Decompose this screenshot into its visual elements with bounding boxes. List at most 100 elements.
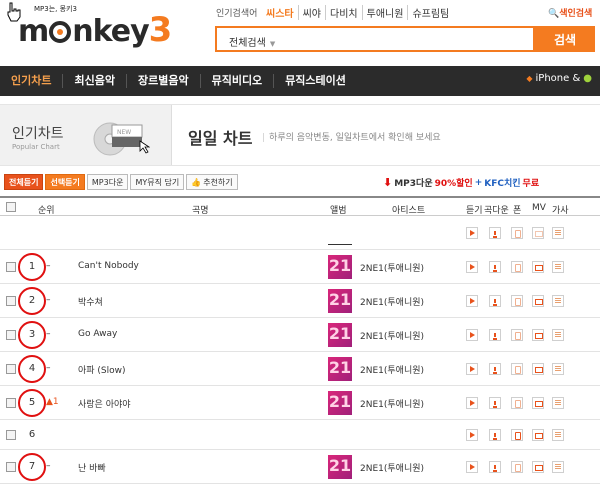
play-icon[interactable] (466, 295, 478, 307)
promo-banner[interactable]: ⬇ MP3다운 90%할인 + KFC치킨 무료 (383, 176, 539, 189)
mv-icon[interactable] (532, 397, 544, 409)
phone-icon[interactable] (511, 397, 523, 409)
rank-number: 7 (28, 461, 36, 472)
keyword-link[interactable]: 다비치 (325, 5, 362, 20)
song-title-link[interactable]: 아파 (Slow) (78, 363, 126, 376)
table-row: 1– Can't Nobody 21 2NE1(투애니원) (0, 250, 600, 284)
iphone-android-link[interactable]: ◆ iPhone & ● (526, 73, 592, 84)
download-icon[interactable] (489, 429, 501, 441)
nav-item-genre-music[interactable]: 장르별음악 (127, 74, 201, 88)
play-icon[interactable] (466, 363, 478, 375)
phone-icon[interactable] (511, 295, 523, 307)
lyrics-icon[interactable] (552, 363, 564, 375)
artist-link[interactable]: 2NE1(투애니원) (360, 329, 424, 342)
search-button[interactable]: 검색 (535, 26, 595, 52)
row-checkbox[interactable] (6, 330, 16, 340)
logo[interactable]: m nkey3 (18, 10, 172, 50)
row-checkbox[interactable] (6, 364, 16, 374)
song-title-link[interactable]: 박수쳐 (78, 295, 103, 308)
album-art[interactable]: 21 (328, 255, 352, 279)
phone-icon[interactable] (511, 363, 523, 375)
table-row: 2– 박수쳐 21 2NE1(투애니원) (0, 284, 600, 318)
row-checkbox[interactable] (6, 296, 16, 306)
song-title-link[interactable]: 사랑은 아야야 (78, 397, 131, 410)
mp3-download-button[interactable]: MP3다운 (86, 174, 129, 190)
row-checkbox[interactable] (6, 430, 16, 440)
phone-icon[interactable] (511, 461, 523, 473)
keyword-link[interactable]: 투애니원 (361, 5, 408, 20)
add-to-my-music-button[interactable]: MY뮤직 담기 (130, 174, 185, 190)
keyword-link[interactable]: 씨야 (297, 5, 325, 20)
play-icon[interactable] (466, 429, 478, 441)
lyrics-icon[interactable] (552, 429, 564, 441)
lyrics-icon[interactable] (552, 329, 564, 341)
play-icon[interactable] (466, 329, 478, 341)
mv-icon[interactable] (532, 227, 544, 239)
recommend-button[interactable]: 👍 추천하기 (186, 174, 238, 190)
song-title-link[interactable]: Can't Nobody (78, 261, 139, 271)
download-icon[interactable] (489, 227, 501, 239)
mv-icon[interactable] (532, 461, 544, 473)
promo-free: 무료 (522, 179, 540, 189)
promo-plus: + (474, 177, 483, 188)
download-icon[interactable] (489, 261, 501, 273)
row-checkbox[interactable] (6, 462, 16, 472)
mv-icon[interactable] (532, 429, 544, 441)
color-search-link[interactable]: 🔍색인검색 (548, 6, 592, 19)
nav-item-popular-chart[interactable]: 인기차트 (0, 74, 64, 88)
album-art[interactable]: 21 (328, 391, 352, 415)
play-icon[interactable] (466, 397, 478, 409)
search-input[interactable] (297, 30, 527, 48)
artist-link[interactable]: 2NE1(투애니원) (360, 295, 424, 308)
logo-o-icon (49, 21, 72, 43)
mv-icon[interactable] (532, 295, 544, 307)
rank-change: – (46, 363, 51, 373)
cd-chart-icon: NEW (93, 122, 150, 156)
download-icon[interactable] (489, 397, 501, 409)
lyrics-icon[interactable] (552, 397, 564, 409)
nav-item-latest-music[interactable]: 최신음악 (63, 74, 127, 88)
artist-link[interactable]: 2NE1(투애니원) (360, 461, 424, 474)
album-art-text: 21 (328, 290, 352, 309)
keyword-link[interactable]: 슈프림팀 (407, 5, 453, 20)
download-icon[interactable] (489, 295, 501, 307)
artist-link[interactable]: 2NE1(투애니원) (360, 363, 424, 376)
rank-change: – (46, 329, 51, 339)
phone-icon[interactable] (511, 261, 523, 273)
lyrics-icon[interactable] (552, 227, 564, 239)
song-title-link[interactable]: Go Away (78, 329, 117, 339)
lyrics-icon[interactable] (552, 295, 564, 307)
download-icon[interactable] (489, 363, 501, 375)
keyword-link[interactable]: 씨스타 (262, 5, 298, 20)
mv-icon[interactable] (532, 363, 544, 375)
phone-icon[interactable] (511, 227, 523, 239)
row-checkbox[interactable] (6, 398, 16, 408)
play-icon[interactable] (466, 227, 478, 239)
mv-icon[interactable] (532, 261, 544, 273)
play-icon[interactable] (466, 461, 478, 473)
lyrics-icon[interactable] (552, 461, 564, 473)
album-art[interactable]: 21 (328, 323, 352, 347)
play-selected-button[interactable]: 선택듣기 (45, 174, 85, 190)
play-all-button[interactable]: 전체듣기 (4, 174, 44, 190)
nav-item-music-video[interactable]: 뮤직비디오 (201, 74, 275, 88)
nav-item-music-station[interactable]: 뮤직스테이션 (274, 74, 357, 88)
artist-link[interactable]: 2NE1(투애니원) (360, 397, 424, 410)
download-icon[interactable] (489, 329, 501, 341)
play-icon[interactable] (466, 261, 478, 273)
album-art[interactable]: 21 (328, 455, 352, 479)
phone-icon[interactable] (511, 429, 523, 441)
search-category-select[interactable]: 전체검색 ▼ (229, 34, 275, 49)
mv-icon[interactable] (532, 329, 544, 341)
select-all-checkbox[interactable] (6, 202, 16, 212)
lyrics-icon[interactable] (552, 261, 564, 273)
download-icon[interactable] (489, 461, 501, 473)
phone-icon[interactable] (511, 329, 523, 341)
album-art[interactable]: 21 (328, 289, 352, 313)
rank-change: – (46, 461, 51, 471)
row-checkbox[interactable] (6, 262, 16, 272)
album-art[interactable]: 21 (328, 357, 352, 381)
song-title-link[interactable]: 난 바빠 (78, 461, 106, 474)
rank-change: – (46, 261, 51, 271)
artist-link[interactable]: 2NE1(투애니원) (360, 261, 424, 274)
